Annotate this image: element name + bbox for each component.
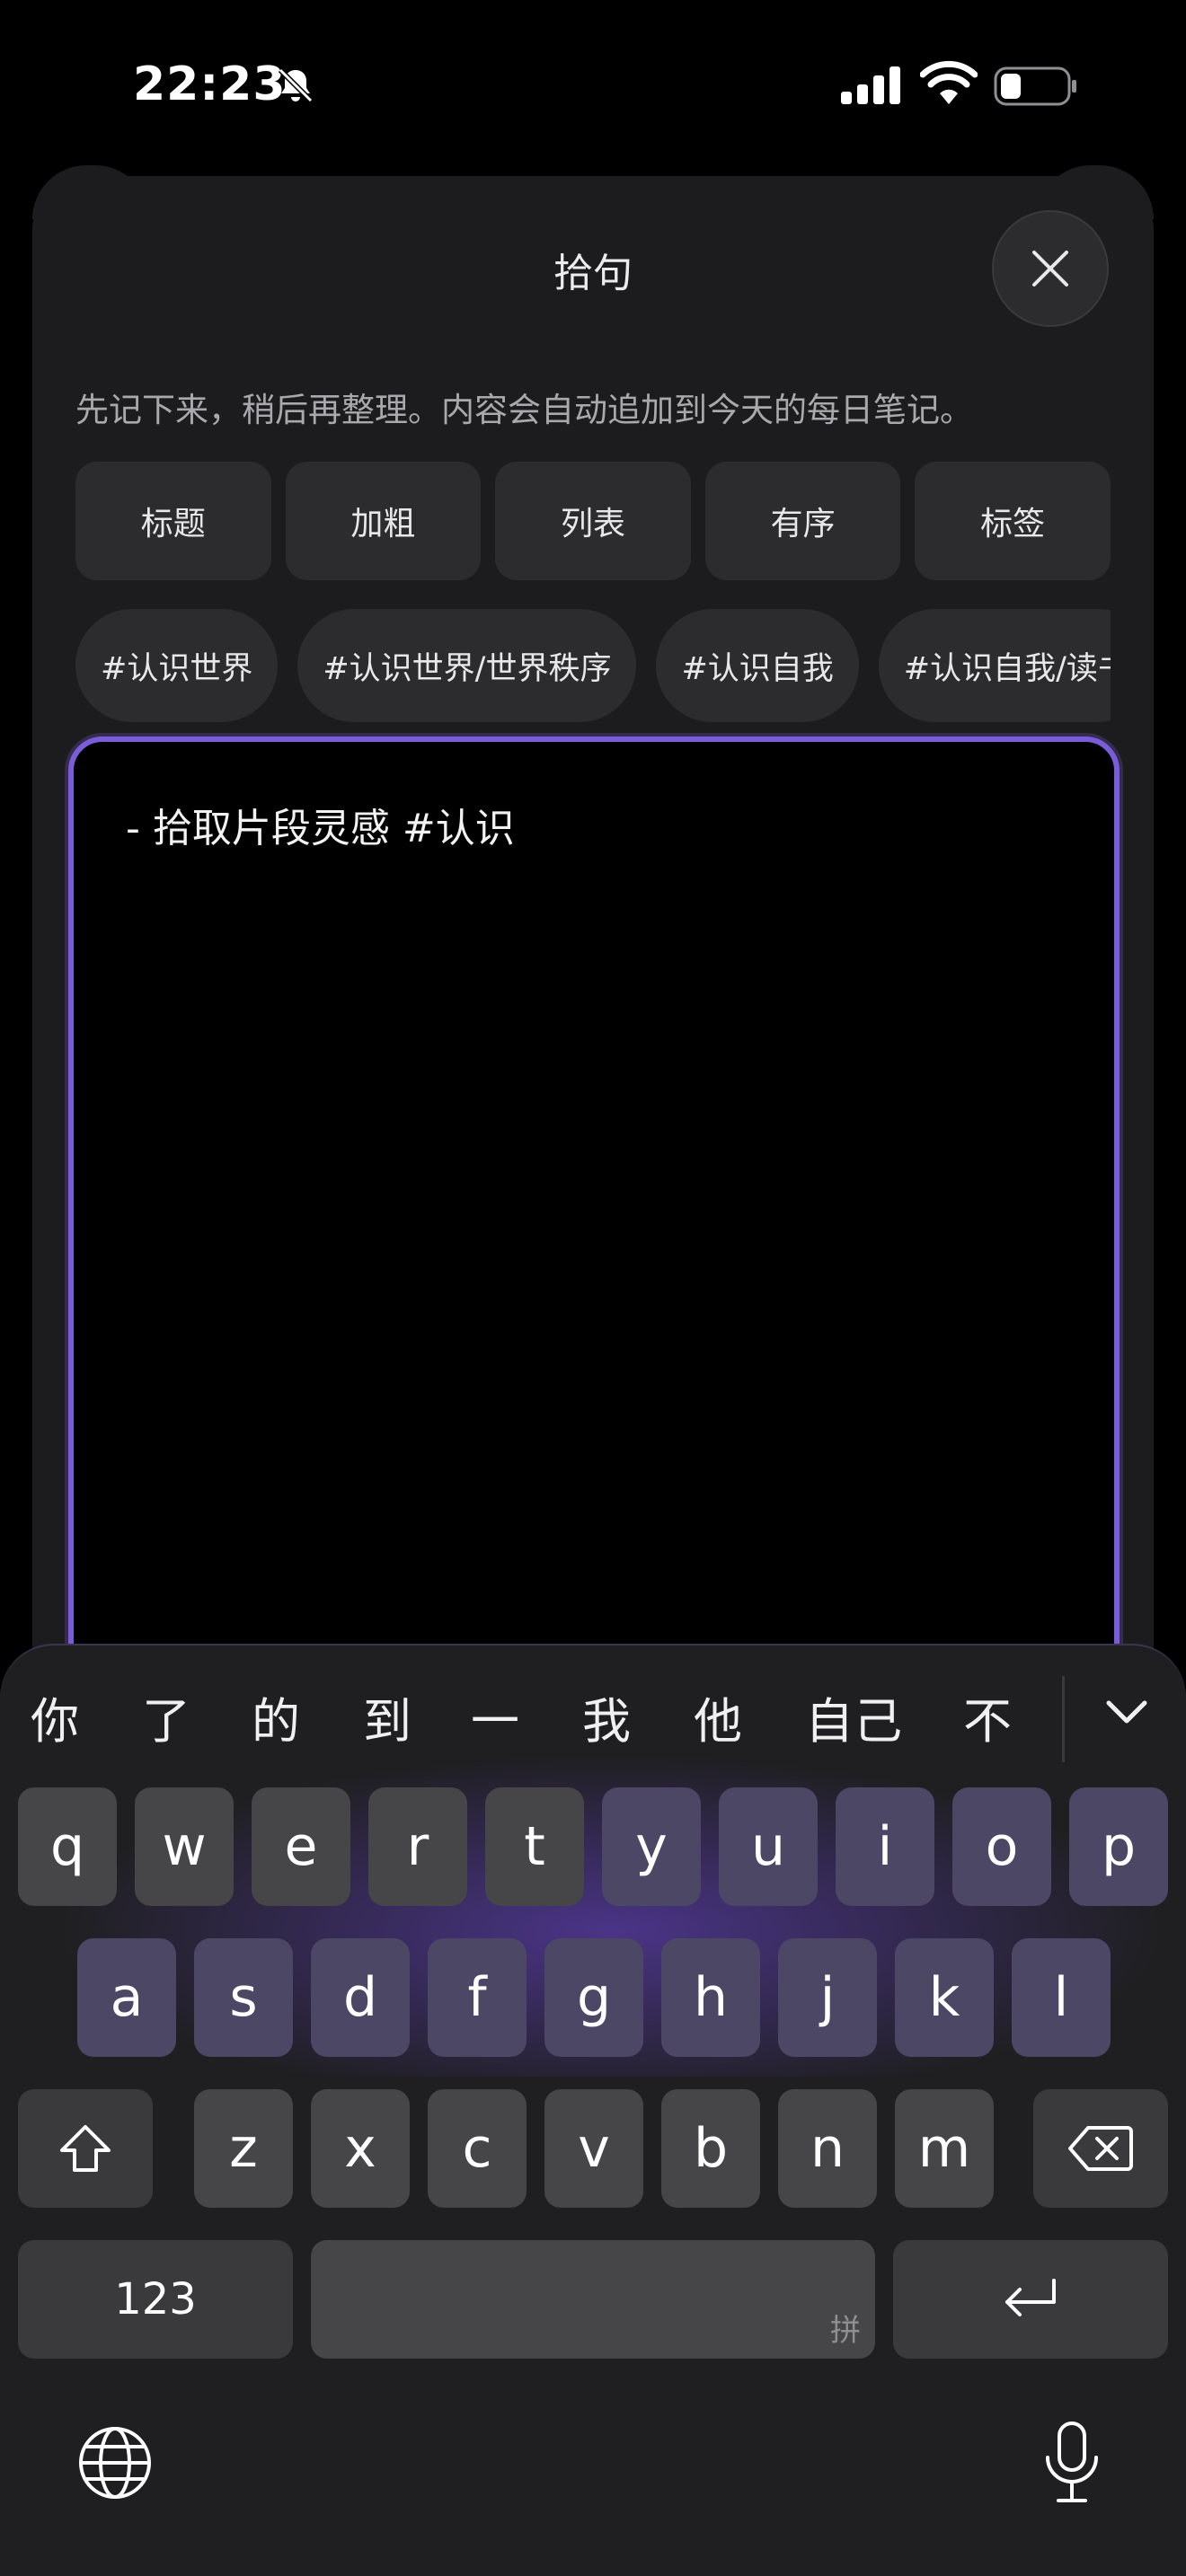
key-s[interactable]: s [194,1938,293,2057]
key-d[interactable]: d [311,1938,410,2057]
bell-slash-icon [278,67,314,103]
key-v[interactable]: v [544,2089,643,2208]
microphone-icon[interactable] [1042,2420,1102,2506]
key-r[interactable]: r [368,1787,467,1906]
candidate[interactable]: 我 [582,1681,631,1752]
cellular-signal-icon [841,66,900,104]
ordered-list-button[interactable]: 有序 [704,462,901,580]
key-l[interactable]: l [1012,1938,1111,2057]
numbers-key[interactable]: 123 [18,2240,293,2359]
status-time: 22:23 [133,57,287,111]
key-x[interactable]: x [311,2089,410,2208]
key-f[interactable]: f [428,1938,527,2057]
candidate-divider [1062,1676,1065,1762]
space-key[interactable]: 拼 [311,2240,875,2359]
close-icon [1032,251,1068,287]
tag-chip[interactable]: #认识自我/读书 [878,609,1111,722]
key-n[interactable]: n [778,2089,877,2208]
tag-chip[interactable]: #认识世界/世界秩序 [297,609,637,722]
format-toolbar: 标题 加粗 列表 有序 标签 [75,462,1111,580]
key-p[interactable]: p [1069,1787,1168,1906]
list-button[interactable]: 列表 [495,462,691,580]
key-w[interactable]: w [135,1787,234,1906]
candidate[interactable]: 自己 [805,1681,902,1752]
close-button[interactable] [992,210,1109,327]
return-icon [1005,2279,1056,2316]
tag-suggestions[interactable]: #认识世界 #认识世界/世界秩序 #认识自我 #认识自我/读书 [75,609,1111,722]
candidate[interactable]: 他 [694,1681,742,1752]
globe-icon[interactable] [75,2423,155,2502]
battery-icon [994,66,1076,106]
candidate[interactable]: 到 [363,1681,412,1752]
heading-button[interactable]: 标题 [75,462,271,580]
key-k[interactable]: k [895,1938,994,2057]
key-i[interactable]: i [836,1787,934,1906]
key-h[interactable]: h [661,1938,760,2057]
return-key[interactable] [893,2240,1168,2359]
key-u[interactable]: u [719,1787,818,1906]
shift-key[interactable] [18,2089,153,2208]
chevron-down-icon[interactable] [1102,1687,1152,1737]
candidate[interactable]: 的 [252,1681,300,1752]
hint-text: 先记下来，稍后再整理。内容会自动追加到今天的每日笔记。 [75,391,973,429]
key-m[interactable]: m [895,2089,994,2208]
key-t[interactable]: t [485,1787,584,1906]
key-z[interactable]: z [194,2089,293,2208]
key-e[interactable]: e [252,1787,350,1906]
key-y[interactable]: y [602,1787,701,1906]
key-b[interactable]: b [661,2089,760,2208]
candidate[interactable]: 了 [142,1681,190,1752]
candidate[interactable]: 不 [963,1681,1012,1752]
bold-button[interactable]: 加粗 [285,462,482,580]
candidate[interactable]: 一 [471,1681,519,1752]
candidate-bar: 你 了 的 到 一 我 他 自己 不 [0,1645,1186,1789]
tag-chip[interactable]: #认识世界 [75,609,279,722]
key-o[interactable]: o [952,1787,1051,1906]
key-g[interactable]: g [544,1938,643,2057]
space-sub-label: 拼 [830,2313,861,2349]
key-a[interactable]: a [77,1938,176,2057]
keyboard: 你 了 的 到 一 我 他 自己 不 q w e r t y u i o p a… [0,1644,1186,2576]
shift-icon [60,2125,111,2172]
wifi-icon [920,60,978,104]
backspace-icon [1068,2126,1133,2171]
delete-key[interactable] [1033,2089,1168,2208]
key-q[interactable]: q [18,1787,117,1906]
key-j[interactable]: j [778,1938,877,2057]
key-c[interactable]: c [428,2089,527,2208]
tag-chip[interactable]: #认识自我 [656,609,859,722]
note-editor[interactable]: - 拾取片段灵感 #认识 [68,737,1120,1760]
editor-text: - 拾取片段灵感 #认识 [126,806,515,851]
tag-button[interactable]: 标签 [915,462,1111,580]
candidate[interactable]: 你 [31,1681,79,1752]
